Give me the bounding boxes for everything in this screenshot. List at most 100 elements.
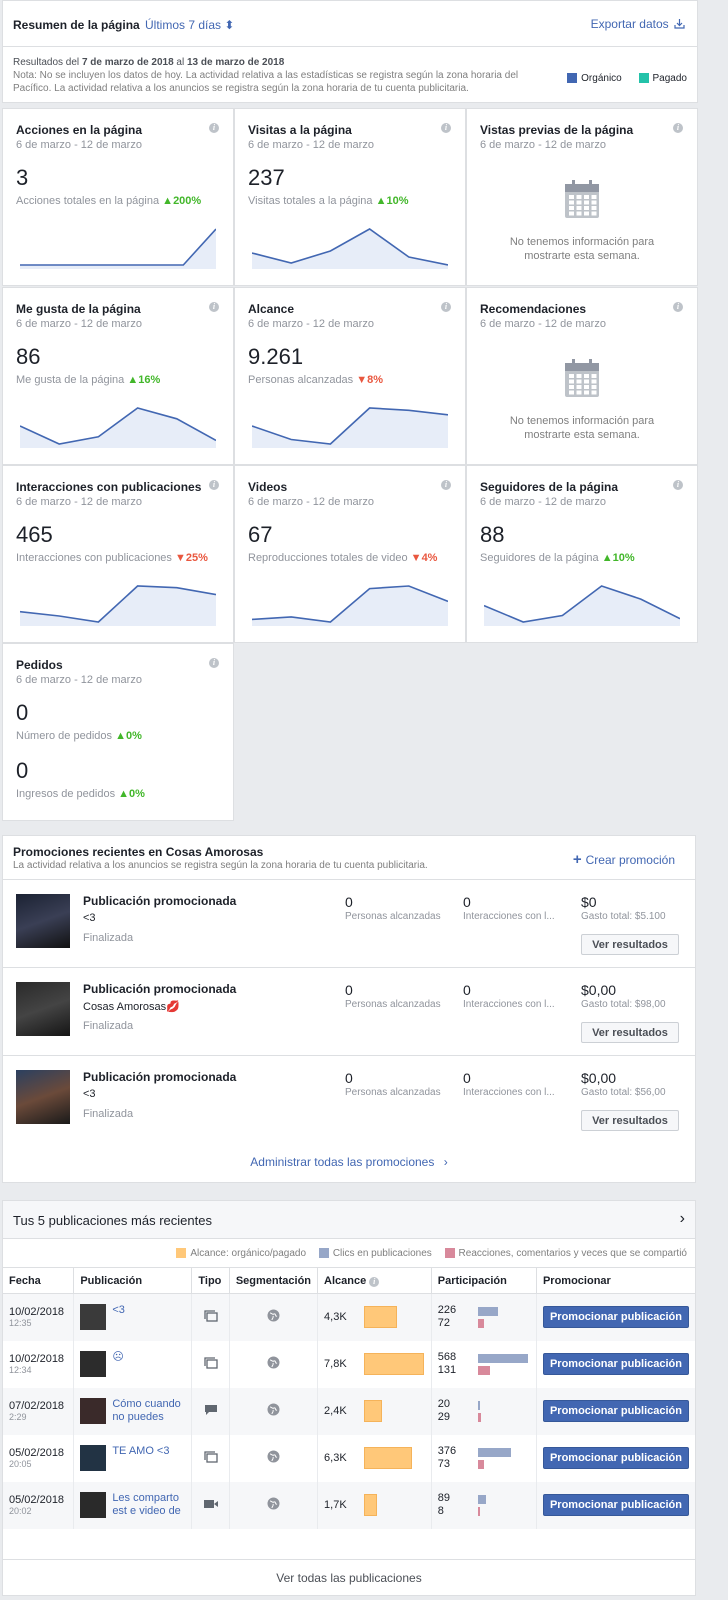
orders-card[interactable]: Pedidos 6 de marzo - 12 de marzo i 0 Núm…	[2, 643, 234, 821]
info-icon[interactable]: i	[209, 658, 219, 668]
trend-arrow-icon: ▲	[601, 552, 613, 564]
table-row[interactable]: 10/02/2018 12:34 ☹ 7,8K 568 131 Promociona…	[3, 1340, 695, 1388]
table-row[interactable]: 07/02/20182:29 Cómo cuando no puedes dor…	[3, 1387, 695, 1435]
table-row[interactable]: 05/02/2018 20:02 Les comparto est e video…	[3, 1481, 695, 1529]
info-icon[interactable]: i	[369, 1276, 380, 1287]
post-time: 12:35	[9, 1318, 32, 1329]
info-icon[interactable]: i	[441, 480, 451, 490]
promotion-reach-label: Personas alcanzadas	[345, 999, 441, 1010]
export-data-link[interactable]: Exportar datos	[591, 17, 685, 31]
boost-post-button[interactable]: Promocionar publicación	[542, 1353, 689, 1375]
promotion-interactions-label: Interacciones con l...	[463, 911, 555, 922]
promotion-reach: 0	[345, 894, 353, 910]
metric-card[interactable]: Seguidores de la página 6 de marzo - 12 …	[466, 465, 698, 643]
col-publicacion[interactable]: Publicación	[73, 1267, 193, 1294]
boost-post-button[interactable]: Promocionar publicación	[542, 1494, 689, 1516]
post-reactions: 131	[437, 1364, 457, 1376]
metric-card[interactable]: Alcance 6 de marzo - 12 de marzo i 9.261 …	[234, 287, 466, 465]
album-icon	[203, 1310, 218, 1322]
post-thumbnail[interactable]	[80, 1398, 107, 1424]
card-value: 9.261	[248, 344, 304, 369]
manage-promotions-link[interactable]: Administrar todas las promociones ›	[3, 1155, 695, 1169]
view-results-button[interactable]: Ver resultados	[581, 1022, 679, 1043]
legend-paid: Pagado	[652, 73, 687, 84]
metric-card[interactable]: Videos 6 de marzo - 12 de marzo i 67 Repr…	[234, 465, 466, 643]
metric-card[interactable]: Vistas previas de la página 6 de marzo -…	[466, 108, 698, 286]
metric-card[interactable]: Acciones en la página 6 de marzo - 12 de…	[2, 108, 234, 286]
metric-card[interactable]: Recomendaciones 6 de marzo - 12 de marzo…	[466, 287, 698, 465]
info-icon[interactable]: i	[441, 123, 451, 133]
sparkline-area	[20, 586, 216, 626]
globe-icon	[267, 1497, 280, 1510]
boost-post-button[interactable]: Promocionar publicación	[542, 1447, 689, 1469]
promotion-title[interactable]: Publicación promocionada	[83, 894, 236, 908]
promotion-row: Publicación promocionada <3 Finalizada 0…	[3, 879, 695, 967]
card-value: 67	[248, 522, 273, 547]
info-icon[interactable]: i	[209, 123, 219, 133]
calendar-icon	[565, 359, 599, 397]
card-title: Visitas a la página	[248, 123, 352, 137]
boost-post-button[interactable]: Promocionar publicación	[542, 1400, 689, 1422]
post-thumbnail[interactable]	[80, 1351, 107, 1377]
clicks-bar	[477, 1400, 480, 1410]
post-text-link[interactable]: ☹	[112, 1351, 123, 1364]
post-thumbnail[interactable]	[80, 1304, 107, 1331]
promotion-row: Publicación promocionada <3 Finalizada 0…	[3, 1055, 695, 1143]
post-thumbnail[interactable]	[80, 1445, 107, 1471]
post-text-link[interactable]: <3	[112, 1304, 125, 1317]
info-icon[interactable]: i	[673, 480, 683, 490]
promotion-thumbnail[interactable]	[16, 1070, 70, 1124]
view-results-button[interactable]: Ver resultados	[581, 934, 679, 955]
post-date: 10/02/2018	[9, 1306, 65, 1319]
chevron-right-icon[interactable]: ›	[680, 1210, 685, 1228]
promotion-interactions: 0	[463, 1070, 471, 1086]
promotion-status: Finalizada	[83, 932, 134, 944]
period-selector[interactable]: Últimos 7 días ⬍	[145, 18, 234, 32]
metric-card[interactable]: Visitas a la página 6 de marzo - 12 de m…	[234, 108, 466, 286]
post-text-link[interactable]: Cómo cuando no puedes dormir por	[112, 1398, 185, 1424]
card-delta: 25%	[185, 552, 208, 564]
card-value: 86	[16, 344, 41, 369]
post-text-link[interactable]: Les comparto est e video de esta c	[112, 1492, 185, 1518]
see-all-posts-link[interactable]: Ver todas las publicaciones	[3, 1559, 695, 1595]
table-row[interactable]: 05/02/2018 20:05 TE AMO <3 6,3K 376 73 Pro…	[3, 1434, 695, 1482]
boost-post-button[interactable]: Promocionar publicación	[542, 1306, 689, 1329]
post-reach: 4,3K	[324, 1311, 347, 1324]
legend-reach-swatch	[176, 1248, 187, 1259]
promotion-thumbnail[interactable]	[16, 894, 70, 948]
info-icon[interactable]: i	[441, 302, 451, 312]
info-icon[interactable]: i	[673, 302, 683, 312]
view-results-button[interactable]: Ver resultados	[581, 1110, 679, 1131]
table-row[interactable]: 10/02/2018 12:35 <3 4,3K 226 72 Promociona…	[3, 1293, 695, 1341]
create-promotion-button[interactable]: + Crear promoción	[573, 851, 675, 868]
post-thumbnail[interactable]	[80, 1492, 107, 1518]
metric-card[interactable]: Interacciones con publicaciones 6 de mar…	[2, 465, 234, 643]
metric-card[interactable]: Me gusta de la página 6 de marzo - 12 de…	[2, 287, 234, 465]
promotions-title: Promociones recientes en Cosas Amorosas	[13, 845, 264, 859]
clicks-bar	[477, 1353, 528, 1363]
info-icon[interactable]: i	[673, 123, 683, 133]
legend-organic: Orgánico	[581, 73, 622, 84]
card-title: Me gusta de la página	[16, 302, 141, 316]
album-icon	[203, 1356, 218, 1369]
col-participacion[interactable]: Participación	[431, 1267, 537, 1294]
col-fecha[interactable]: Fecha	[3, 1267, 75, 1294]
trend-arrow-icon: ▲	[375, 195, 387, 207]
card-title: Interacciones con publicaciones	[16, 480, 202, 494]
info-icon[interactable]: i	[209, 480, 219, 490]
sparkline-chart	[20, 585, 216, 626]
promotion-thumbnail[interactable]	[16, 982, 70, 1036]
promotion-reach: 0	[345, 982, 353, 998]
recent-posts-header[interactable]: Tus 5 publicaciones más recientes ›	[3, 1201, 695, 1239]
reactions-bar	[477, 1365, 490, 1375]
col-segmentacion[interactable]: Segmentación	[229, 1267, 319, 1294]
sparkline-area	[20, 408, 216, 448]
promotion-title[interactable]: Publicación promocionada	[83, 982, 236, 996]
promotion-title[interactable]: Publicación promocionada	[83, 1070, 236, 1084]
orders-count-value: 0	[16, 700, 29, 725]
col-alcance[interactable]: Alcance i	[317, 1267, 432, 1294]
post-text-link[interactable]: TE AMO <3	[112, 1445, 169, 1458]
promotion-spend-label: Gasto total: $98,00	[581, 999, 666, 1010]
col-tipo[interactable]: Tipo	[191, 1267, 230, 1294]
info-icon[interactable]: i	[209, 302, 219, 312]
